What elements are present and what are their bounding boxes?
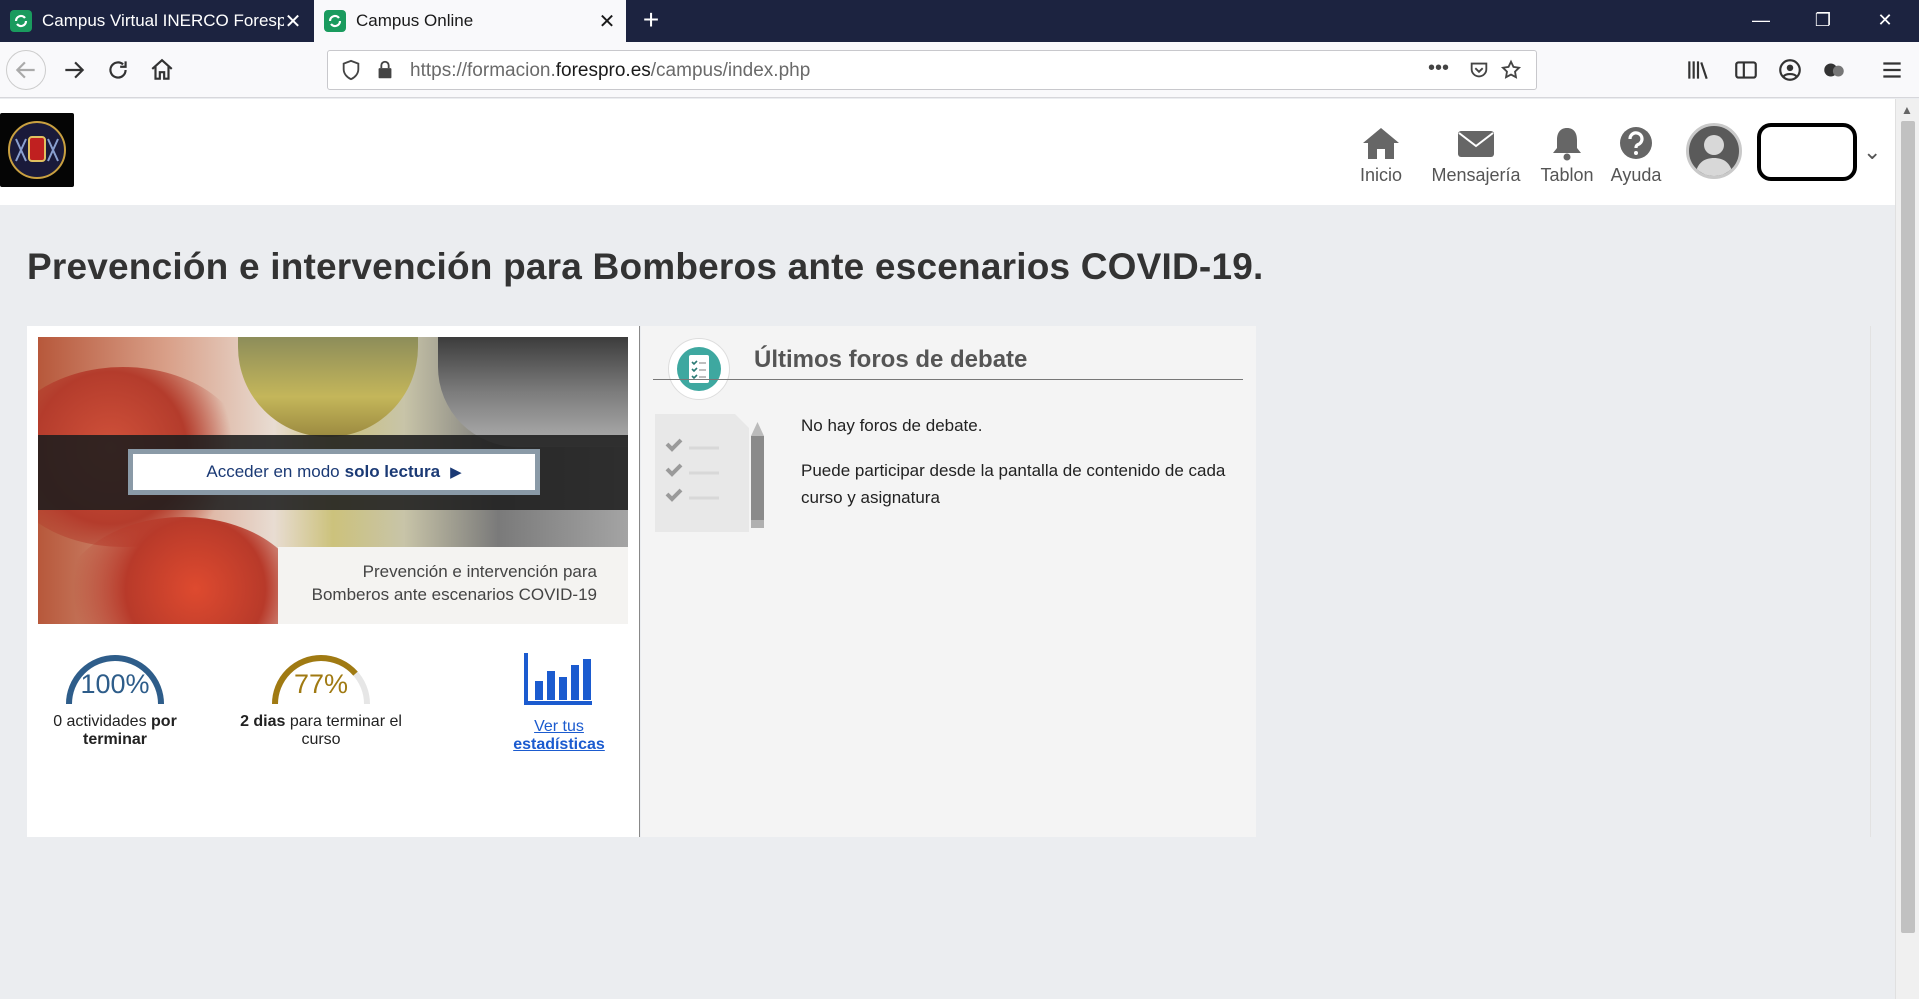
menu-mensajeria[interactable]: Mensajería <box>1425 125 1527 186</box>
close-tab-icon[interactable]: ✕ <box>284 9 302 34</box>
bookmark-star-icon[interactable] <box>1500 59 1522 81</box>
browser-tab-bar: Campus Virtual INERCO Foresp ✕ Campus On… <box>0 0 1919 42</box>
restore-icon[interactable]: ❐ <box>1795 0 1851 42</box>
play-icon: ▶ <box>450 464 462 481</box>
back-icon[interactable] <box>6 50 46 90</box>
days-stat: 77% 2 dias para terminar el curso <box>239 649 403 749</box>
extension-icon[interactable] <box>1814 50 1854 90</box>
site-header: Inicio Mensajería Tablon Ayuda ⌄ <box>0 99 1895 205</box>
forums-panel: Últimos foros de debate No hay foros de … <box>641 326 1256 837</box>
lock-icon[interactable] <box>374 59 396 81</box>
forums-hint-text: Puede participar desde la pantalla de co… <box>801 461 1226 507</box>
hamburger-menu-icon[interactable] <box>1872 50 1912 90</box>
days-label: 2 dias para terminar el curso <box>240 713 402 748</box>
library-icon[interactable] <box>1678 50 1718 90</box>
stats-link[interactable]: Ver tus estadísticas <box>484 651 634 754</box>
url-text: https://formacion.forespro.es/campus/ind… <box>410 60 811 81</box>
site-favicon-icon <box>10 10 32 32</box>
page-scrollbar[interactable]: ▲ <box>1895 99 1919 999</box>
close-tab-icon[interactable]: ✕ <box>598 9 616 34</box>
browser-tab-active[interactable]: Campus Online ✕ <box>314 0 626 42</box>
address-bar[interactable]: https://formacion.forespro.es/campus/ind… <box>327 50 1537 90</box>
avatar[interactable] <box>1686 123 1742 179</box>
menu-inicio[interactable]: Inicio <box>1352 125 1410 186</box>
scroll-up-icon[interactable]: ▲ <box>1901 103 1913 117</box>
account-icon[interactable] <box>1770 50 1810 90</box>
user-name-box[interactable] <box>1757 123 1857 181</box>
chevron-down-icon[interactable]: ⌄ <box>1863 139 1881 165</box>
envelope-icon <box>1458 131 1494 157</box>
pocket-icon[interactable] <box>1468 59 1490 81</box>
checklist-icon <box>668 338 730 400</box>
forums-empty-text: No hay foros de debate. <box>801 416 983 435</box>
activities-stat: 100% 0 actividades por terminar <box>49 649 181 749</box>
fire-department-logo[interactable] <box>0 113 74 187</box>
tab-title: Campus Online <box>356 11 474 30</box>
menu-tablon[interactable]: Tablon <box>1535 125 1599 186</box>
days-percent: 77% <box>293 669 349 699</box>
forums-title: Últimos foros de debate <box>754 346 1028 373</box>
sidebar-toggle-icon[interactable] <box>1726 50 1766 90</box>
bell-icon <box>1553 128 1581 161</box>
shield-icon[interactable] <box>340 59 362 81</box>
reload-icon[interactable] <box>98 50 138 90</box>
page-title: Prevención e intervención para Bomberos … <box>27 246 1264 287</box>
banner-caption: Prevención e intervención para Bomberos … <box>311 562 597 604</box>
course-card: Acceder en modo solo lectura ▶ Prevenció… <box>27 326 640 837</box>
right-panel <box>1256 326 1871 837</box>
bar-chart-icon <box>524 653 592 705</box>
minimize-icon[interactable]: — <box>1733 0 1789 42</box>
readonly-access-button[interactable]: Acceder en modo solo lectura ▶ <box>128 449 540 495</box>
browser-toolbar: https://formacion.forespro.es/campus/ind… <box>0 42 1919 98</box>
forward-icon[interactable] <box>54 50 94 90</box>
new-tab-icon[interactable]: + <box>636 0 666 42</box>
forums-divider <box>653 379 1243 380</box>
checklist-pencil-icon <box>655 414 764 532</box>
site-favicon-icon <box>324 10 346 32</box>
page-content: Inicio Mensajería Tablon Ayuda ⌄ Prevenc… <box>0 99 1895 999</box>
activities-percent: 100% <box>80 669 150 699</box>
close-window-icon[interactable]: ✕ <box>1857 0 1913 42</box>
tab-title: Campus Virtual INERCO Foresp <box>42 11 284 30</box>
menu-ayuda[interactable]: Ayuda <box>1608 125 1664 186</box>
help-icon <box>1620 127 1652 159</box>
stats-link-text[interactable]: Ver tus estadísticas <box>484 718 634 754</box>
page-actions-icon[interactable]: ••• <box>1428 57 1450 79</box>
home-icon <box>1363 128 1399 159</box>
activities-label: 0 actividades por terminar <box>53 713 177 748</box>
home-page-icon[interactable] <box>142 50 182 90</box>
scrollbar-thumb[interactable] <box>1901 121 1915 933</box>
browser-tab[interactable]: Campus Virtual INERCO Foresp ✕ <box>0 0 312 42</box>
